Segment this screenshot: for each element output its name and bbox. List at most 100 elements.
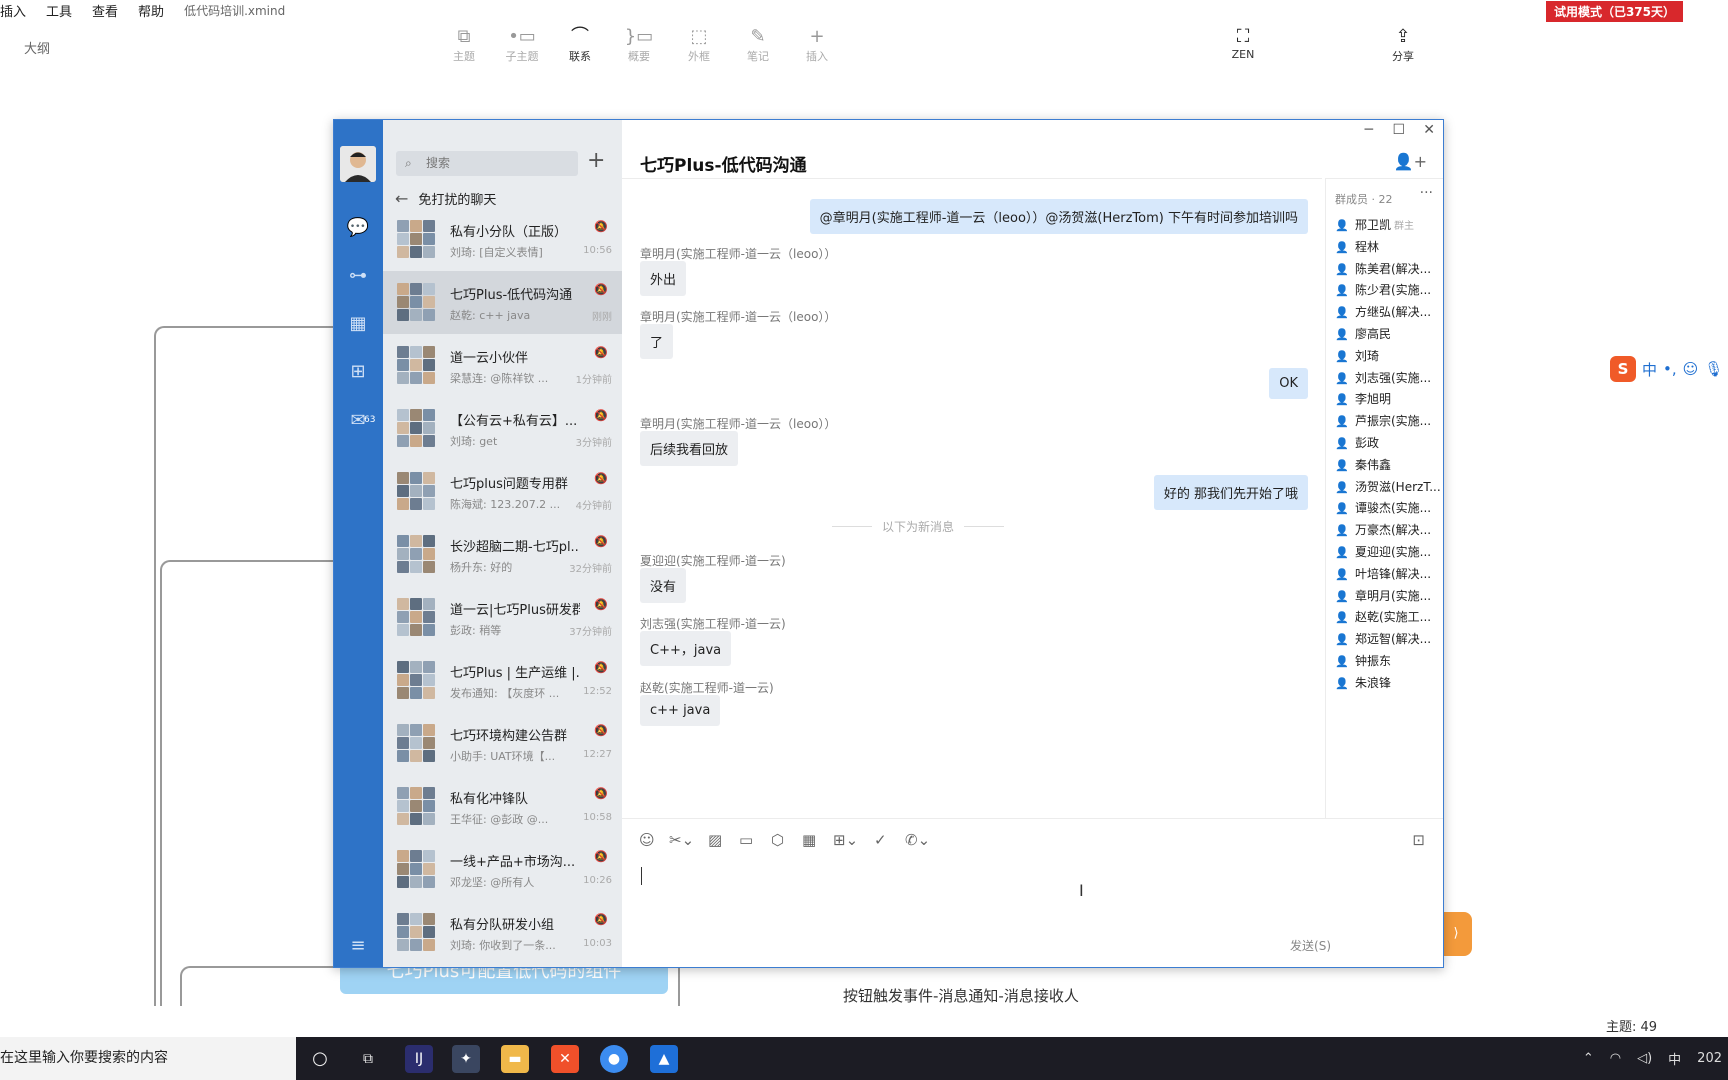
incoming-message[interactable]: c++ java — [640, 695, 721, 726]
incoming-message[interactable]: 了 — [640, 324, 674, 359]
conversation-item[interactable]: 道一云小伙伴 梁慧连: @陈祥钦 ... 1分钟前 🔕 — [383, 334, 622, 397]
ime-indicator[interactable]: 中 — [1668, 1049, 1681, 1068]
menu-help[interactable]: 帮助 — [138, 1, 164, 20]
conversation-item[interactable]: 七巧Plus | 生产运维 |... 发布通知: 【灰度环 ... 12:52 … — [383, 649, 622, 712]
zen-tool[interactable]: ⛶ ZEN — [1218, 26, 1268, 61]
incoming-message[interactable]: C++，java — [640, 631, 732, 666]
chat-app-icon[interactable]: ▲ — [650, 1045, 678, 1073]
xmind-red-icon[interactable]: ✕ — [551, 1045, 579, 1073]
clock[interactable]: 202 — [1697, 1051, 1722, 1066]
summary-tool[interactable]: }▭ 概要 — [614, 26, 664, 64]
back-arrow-icon[interactable]: ← — [395, 189, 408, 208]
member-item[interactable]: 👤 万豪杰(解决... — [1335, 521, 1443, 538]
text-input[interactable] — [641, 867, 642, 885]
outgoing-message[interactable]: @章明月(实施工程师-道一云（leoo））@汤贺滋(HerzTom) 下午有时间… — [809, 199, 1308, 234]
history-icon[interactable]: ⊡ — [1412, 831, 1425, 849]
apps-icon[interactable]: ⊞ — [346, 360, 370, 384]
menu-insert[interactable]: 插入 — [0, 1, 26, 20]
image-icon[interactable]: ▨ — [708, 831, 722, 849]
org-chart-icon[interactable]: ⊶ — [346, 264, 370, 288]
member-item[interactable]: 👤 廖高民 — [1335, 325, 1443, 342]
message-sender[interactable]: 夏迎迎(实施工程师-道一云) — [640, 552, 786, 569]
more-icon[interactable]: ··· — [1420, 185, 1433, 201]
tray-expand-icon[interactable]: ⌃ — [1583, 1051, 1594, 1066]
close-icon[interactable]: ✕ — [1423, 122, 1435, 138]
dnd-header[interactable]: ← 免打扰的聊天 — [395, 189, 496, 208]
message-sender[interactable]: 刘志强(实施工程师-道一云) — [640, 615, 786, 632]
network-icon[interactable]: ◠ — [1610, 1051, 1621, 1066]
insert-tool[interactable]: + 插入 — [792, 26, 842, 64]
outline-tab[interactable]: 大纲 — [24, 38, 50, 57]
message-sender[interactable]: 章明月(实施工程师-道一云（leoo）） — [640, 415, 836, 432]
incoming-message[interactable]: 后续我看回放 — [640, 431, 739, 466]
conversation-item[interactable]: 【公有云+私有云】... 刘琦: get 3分钟前 🔕 — [383, 397, 622, 460]
incoming-message[interactable]: 没有 — [640, 568, 687, 603]
trial-badge[interactable]: 试用模式（已375天） — [1545, 1, 1683, 22]
member-item[interactable]: 👤 章明月(实施... — [1335, 587, 1443, 604]
member-item[interactable]: 👤 钟振东 — [1335, 652, 1443, 669]
member-item[interactable]: 👤 叶培锋(解决... — [1335, 565, 1443, 582]
chat-icon[interactable]: 💬 — [346, 216, 370, 240]
member-item[interactable]: 👤 李旭明 — [1335, 390, 1443, 407]
apps-icon[interactable]: ⊞⌄ — [833, 831, 858, 849]
conversation-item[interactable]: 私有化冲锋队 王华征: @彭政 @... 10:58 🔕 — [383, 775, 622, 838]
member-item[interactable]: 👤 陈美君(解决... — [1335, 260, 1443, 277]
conversation-item[interactable]: 七巧Plus-低代码沟通 赵乾: c++ java 刚刚 🔕 — [383, 271, 622, 334]
share-tool[interactable]: ⇪ 分享 — [1378, 26, 1428, 64]
calendar-icon[interactable]: ▦ — [346, 312, 370, 336]
member-item[interactable]: 👤 郑远智(解决... — [1335, 630, 1443, 647]
mindmap-text[interactable]: 按钮触发事件-消息通知-消息接收人 — [843, 985, 1079, 1006]
emoji-icon[interactable]: ☺ — [639, 831, 655, 849]
conversation-item[interactable]: 私有分队研发小组 刘琦: 你收到了一条... 10:03 🔕 — [383, 901, 622, 964]
menu-tools[interactable]: 工具 — [46, 1, 72, 20]
user-avatar[interactable] — [340, 146, 376, 182]
ime-toolbar[interactable]: S 中 •, ☺ 🎙 — [1610, 356, 1723, 382]
member-item[interactable]: 👤 邢卫凯 群主 — [1335, 216, 1443, 233]
menu-icon[interactable]: ≡ — [346, 934, 370, 958]
member-item[interactable]: 👤 汤贺滋(HerzT... — [1335, 478, 1443, 495]
check-icon[interactable]: ✓ — [874, 831, 887, 849]
member-item[interactable]: 👤 秦伟鑫 — [1335, 456, 1443, 473]
member-item[interactable]: 👤 赵乾(实施工... — [1335, 608, 1443, 625]
folder-icon[interactable]: ▭ — [739, 831, 753, 849]
chrome-icon[interactable]: ● — [600, 1045, 628, 1073]
member-item[interactable]: 👤 刘志强(实施... — [1335, 369, 1443, 386]
minimize-icon[interactable]: ─ — [1365, 122, 1373, 138]
member-item[interactable]: 👤 刘琦 — [1335, 347, 1443, 364]
member-item[interactable]: 👤 夏迎迎(实施... — [1335, 543, 1443, 560]
conversation-item[interactable]: 道一云|七巧Plus研发群 彭政: 稍等 37分钟前 🔕 — [383, 586, 622, 649]
conversation-item[interactable]: 七巧环境构建公告群 小助手: UAT环境【... 12:27 🔕 — [383, 712, 622, 775]
cortana-icon[interactable]: ○ — [306, 1045, 334, 1073]
incoming-message[interactable]: 外出 — [640, 261, 687, 296]
send-button[interactable]: 发送(S) — [1290, 937, 1331, 954]
calendar-icon[interactable]: ▦ — [802, 831, 816, 849]
member-item[interactable]: 👤 芦振宗(实施... — [1335, 412, 1443, 429]
message-sender[interactable]: 章明月(实施工程师-道一云（leoo）） — [640, 245, 836, 262]
message-sender[interactable]: 赵乾(实施工程师-道一云) — [640, 679, 774, 696]
screenshot-icon[interactable]: ✂⌄ — [669, 831, 694, 849]
member-item[interactable]: 👤 程林 — [1335, 238, 1443, 255]
menu-view[interactable]: 查看 — [92, 1, 118, 20]
add-member-icon[interactable]: 👤+ — [1394, 152, 1427, 171]
subtopic-tool[interactable]: •▭ 子主题 — [497, 26, 547, 64]
relationship-tool[interactable]: ⌒ 联系 — [555, 26, 605, 64]
outgoing-message[interactable]: OK — [1269, 368, 1308, 399]
member-item[interactable]: 👤 彭政 — [1335, 434, 1443, 451]
topic-tool[interactable]: ⧉ 主题 — [439, 26, 489, 64]
member-item[interactable]: 👤 陈少君(实施... — [1335, 281, 1443, 298]
boundary-tool[interactable]: ⬚ 外框 — [674, 26, 724, 64]
conversation-item[interactable]: 私有小分队（正版） 刘琦: [自定义表情] 10:56 🔕 — [383, 208, 622, 271]
member-item[interactable]: 👤 朱浪锋 — [1335, 674, 1443, 691]
file-explorer-icon[interactable]: ▬ — [501, 1045, 529, 1073]
orange-side-tab[interactable]: ⟩ — [1440, 912, 1472, 956]
conversation-item[interactable]: 长沙超脑二期-七巧pl... 杨升东: 好的 32分钟前 🔕 — [383, 523, 622, 586]
phone-icon[interactable]: ✆⌄ — [905, 831, 930, 849]
outgoing-message[interactable]: 好的 那我们先开始了哦 — [1153, 475, 1308, 510]
cube-icon[interactable]: ⬡ — [771, 831, 784, 849]
task-view-icon[interactable]: ⧉ — [354, 1045, 382, 1073]
member-item[interactable]: 👤 谭骏杰(实施... — [1335, 499, 1443, 516]
xmind-app-icon[interactable]: ✦ — [452, 1045, 480, 1073]
note-tool[interactable]: ✎ 笔记 — [733, 26, 783, 64]
search-input[interactable]: ⌕ 搜索 — [396, 151, 578, 176]
add-button[interactable]: + — [587, 148, 605, 173]
